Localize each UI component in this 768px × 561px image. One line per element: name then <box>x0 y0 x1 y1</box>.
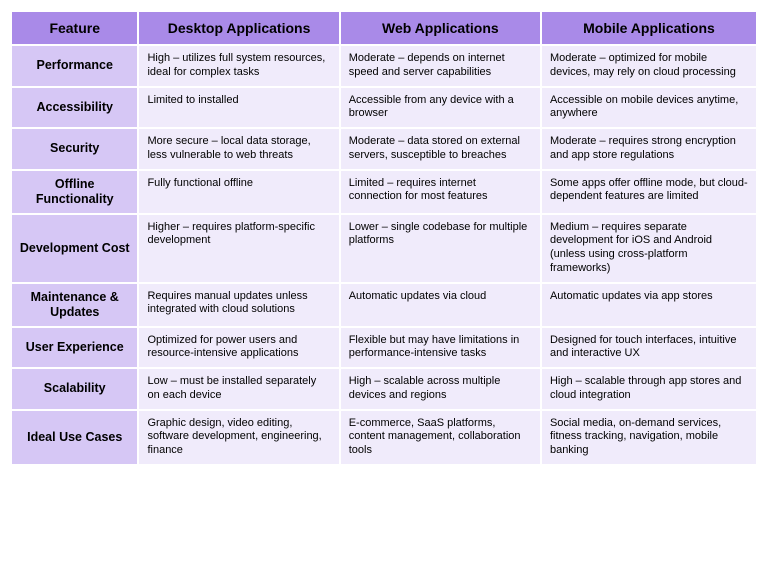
desktop-cell: Low – must be installed separately on ea… <box>139 369 338 409</box>
mobile-cell: Designed for touch interfaces, intuitive… <box>542 328 756 368</box>
web-cell: Moderate – data stored on external serve… <box>341 129 540 169</box>
mobile-cell: Accessible on mobile devices anytime, an… <box>542 88 756 128</box>
desktop-cell: Graphic design, video editing, software … <box>139 411 338 464</box>
table-row: Offline Functionality Fully functional o… <box>12 171 756 213</box>
comparison-table: Feature Desktop Applications Web Applica… <box>10 10 758 466</box>
feature-label: Performance <box>12 46 137 86</box>
header-web: Web Applications <box>341 12 540 44</box>
feature-label: Offline Functionality <box>12 171 137 213</box>
web-cell: Flexible but may have limitations in per… <box>341 328 540 368</box>
desktop-cell: Optimized for power users and resource-i… <box>139 328 338 368</box>
table-row: Development Cost Higher – requires platf… <box>12 215 756 282</box>
header-mobile: Mobile Applications <box>542 12 756 44</box>
desktop-cell: Limited to installed <box>139 88 338 128</box>
mobile-cell: High – scalable through app stores and c… <box>542 369 756 409</box>
mobile-cell: Some apps offer offline mode, but cloud-… <box>542 171 756 213</box>
table-body: Performance High – utilizes full system … <box>12 46 756 464</box>
desktop-cell: High – utilizes full system resources, i… <box>139 46 338 86</box>
feature-label: User Experience <box>12 328 137 368</box>
table-row: Accessibility Limited to installed Acces… <box>12 88 756 128</box>
desktop-cell: Fully functional offline <box>139 171 338 213</box>
feature-label: Development Cost <box>12 215 137 282</box>
feature-label: Scalability <box>12 369 137 409</box>
header-desktop: Desktop Applications <box>139 12 338 44</box>
web-cell: Limited – requires internet connection f… <box>341 171 540 213</box>
table-row: Security More secure – local data storag… <box>12 129 756 169</box>
mobile-cell: Moderate – requires strong encryption an… <box>542 129 756 169</box>
mobile-cell: Moderate – optimized for mobile devices,… <box>542 46 756 86</box>
web-cell: Lower – single codebase for multiple pla… <box>341 215 540 282</box>
table-row: Scalability Low – must be installed sepa… <box>12 369 756 409</box>
feature-label: Maintenance & Updates <box>12 284 137 326</box>
web-cell: Automatic updates via cloud <box>341 284 540 326</box>
feature-label: Security <box>12 129 137 169</box>
desktop-cell: Requires manual updates unless integrate… <box>139 284 338 326</box>
desktop-cell: More secure – local data storage, less v… <box>139 129 338 169</box>
header-row: Feature Desktop Applications Web Applica… <box>12 12 756 44</box>
feature-label: Accessibility <box>12 88 137 128</box>
web-cell: Moderate – depends on internet speed and… <box>341 46 540 86</box>
header-feature: Feature <box>12 12 137 44</box>
table-row: Performance High – utilizes full system … <box>12 46 756 86</box>
mobile-cell: Social media, on-demand services, fitnes… <box>542 411 756 464</box>
table-row: Maintenance & Updates Requires manual up… <box>12 284 756 326</box>
desktop-cell: Higher – requires platform-specific deve… <box>139 215 338 282</box>
mobile-cell: Automatic updates via app stores <box>542 284 756 326</box>
web-cell: High – scalable across multiple devices … <box>341 369 540 409</box>
table-row: Ideal Use Cases Graphic design, video ed… <box>12 411 756 464</box>
web-cell: E-commerce, SaaS platforms, content mana… <box>341 411 540 464</box>
feature-label: Ideal Use Cases <box>12 411 137 464</box>
web-cell: Accessible from any device with a browse… <box>341 88 540 128</box>
table-row: User Experience Optimized for power user… <box>12 328 756 368</box>
mobile-cell: Medium – requires separate development f… <box>542 215 756 282</box>
